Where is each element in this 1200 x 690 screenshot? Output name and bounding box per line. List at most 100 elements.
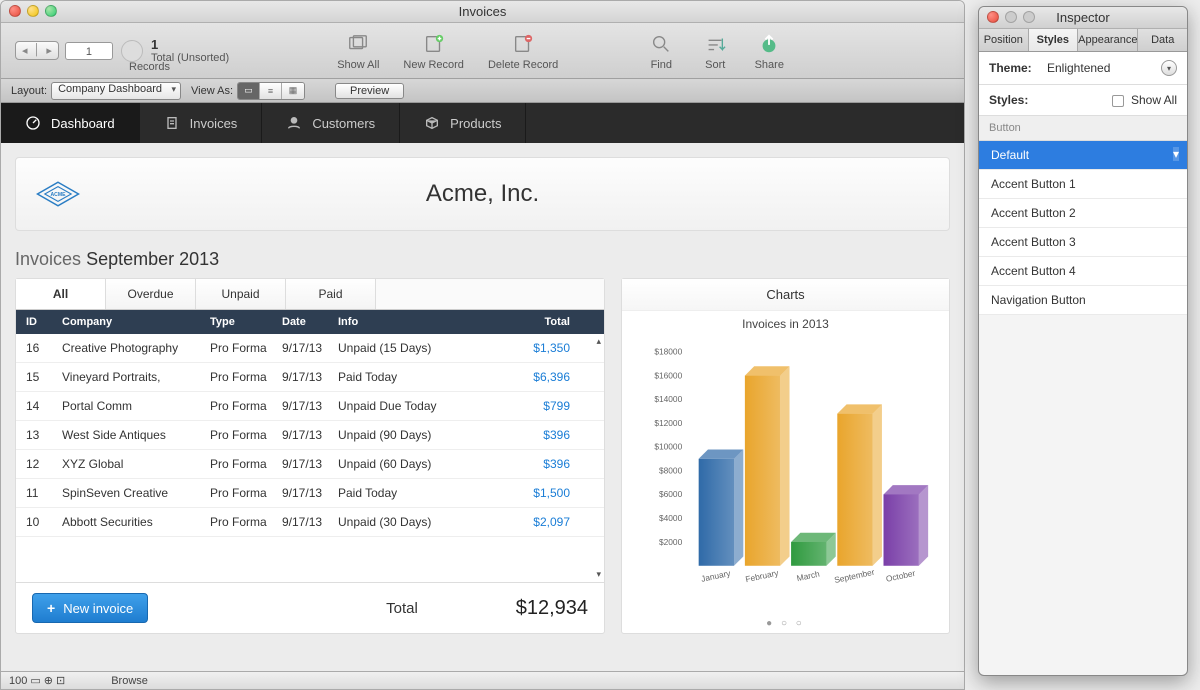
zoom-out-icon[interactable]: ▭: [30, 674, 40, 687]
showall-button[interactable]: Show All: [337, 31, 379, 71]
zoom-icon[interactable]: [1023, 11, 1035, 23]
preview-button[interactable]: Preview: [335, 83, 404, 99]
tab-all[interactable]: All: [16, 279, 106, 309]
inspector-window: Inspector Position Styles Appearance Dat…: [978, 6, 1188, 676]
company-name: Acme, Inc.: [100, 180, 865, 208]
showall-checkbox[interactable]: [1112, 95, 1124, 107]
person-icon: [286, 115, 302, 131]
record-meta: 1 Total (Unsorted): [151, 37, 229, 64]
th-date: Date: [282, 316, 338, 328]
svg-text:February: February: [745, 567, 781, 584]
nav-customers[interactable]: Customers: [262, 103, 400, 143]
titlebar: Invoices: [1, 1, 964, 23]
table-row[interactable]: 14Portal CommPro Forma9/17/13Unpaid Due …: [16, 392, 604, 421]
style-item[interactable]: Navigation Button: [979, 286, 1187, 315]
th-type: Type: [210, 316, 282, 328]
record-nav-arrows[interactable]: ◂│▸: [15, 41, 59, 60]
table-row[interactable]: 15Vineyard Portraits,Pro Forma9/17/13Pai…: [16, 363, 604, 392]
styles-label: Styles:: [989, 93, 1039, 107]
sort-icon: [700, 31, 730, 57]
viewas-label: View As:: [191, 85, 233, 97]
style-item[interactable]: Default▾: [979, 141, 1187, 170]
tab-data[interactable]: Data: [1138, 29, 1187, 51]
table-row[interactable]: 10Abbott SecuritiesPro Forma9/17/13Unpai…: [16, 508, 604, 537]
section-title: Invoices September 2013: [15, 249, 950, 270]
newrecord-button[interactable]: New Record: [403, 31, 464, 71]
zoom-icon[interactable]: [45, 5, 57, 17]
plus-icon: +: [47, 600, 55, 616]
nav-invoices[interactable]: Invoices: [140, 103, 263, 143]
deleterecord-button[interactable]: Delete Record: [488, 31, 558, 71]
table-row[interactable]: 12XYZ GlobalPro Forma9/17/13Unpaid (60 D…: [16, 450, 604, 479]
minimize-icon[interactable]: [1005, 11, 1017, 23]
new-invoice-button[interactable]: + New invoice: [32, 593, 148, 623]
minimize-icon[interactable]: [27, 5, 39, 17]
tab-paid[interactable]: Paid: [286, 279, 376, 309]
svg-text:$10000: $10000: [654, 442, 682, 452]
record-pie-icon[interactable]: [121, 40, 143, 62]
styles-row: Styles: Show All: [979, 85, 1187, 116]
box-icon: [424, 115, 440, 131]
company-logo: ACME: [36, 180, 80, 208]
tab-styles[interactable]: Styles: [1029, 29, 1079, 51]
toolbar: ◂│▸ 1 1 Total (Unsorted) Records Show Al…: [1, 23, 964, 79]
zoom-value: 100: [9, 675, 27, 687]
find-icon: [646, 31, 676, 57]
status-bar: 100 ▭ ⊕ ⊡ Browse: [1, 671, 964, 689]
table-row[interactable]: 11SpinSeven CreativePro Forma9/17/13Paid…: [16, 479, 604, 508]
viewas-list-button[interactable]: ≡: [260, 83, 282, 99]
record-count: 1: [151, 37, 229, 52]
th-info: Info: [338, 316, 478, 328]
svg-text:March: March: [796, 568, 821, 583]
showall-label: Show All: [1131, 93, 1177, 107]
table-row[interactable]: 13West Side AntiquesPro Forma9/17/13Unpa…: [16, 421, 604, 450]
close-icon[interactable]: [987, 11, 999, 23]
style-item[interactable]: Accent Button 3: [979, 228, 1187, 257]
nav-label: Dashboard: [51, 116, 115, 131]
viewas-group: View As: ▭ ≡ ▦: [191, 82, 305, 100]
chart-title: Invoices in 2013: [622, 311, 949, 337]
sort-button[interactable]: Sort: [700, 31, 730, 71]
tab-position[interactable]: Position: [979, 29, 1029, 51]
nav-products[interactable]: Products: [400, 103, 526, 143]
share-button[interactable]: Share: [754, 31, 784, 71]
deleterecord-icon: [508, 31, 538, 57]
tab-overdue[interactable]: Overdue: [106, 279, 196, 309]
style-item[interactable]: Accent Button 4: [979, 257, 1187, 286]
records-label: Records: [129, 61, 170, 73]
theme-dropdown-icon[interactable]: ▾: [1161, 60, 1177, 76]
zoom-control[interactable]: 100 ▭ ⊕ ⊡: [9, 674, 65, 687]
close-icon[interactable]: [9, 5, 21, 17]
svg-text:September: September: [833, 567, 875, 585]
nav-label: Customers: [312, 116, 375, 131]
style-item[interactable]: Accent Button 1: [979, 170, 1187, 199]
zoom-fit-icon[interactable]: ⊡: [56, 674, 65, 687]
th-id: ID: [26, 316, 62, 328]
viewas-table-button[interactable]: ▦: [282, 83, 304, 99]
find-button[interactable]: Find: [646, 31, 676, 71]
scroll-down-icon[interactable]: ▾: [596, 569, 601, 580]
zoom-in-icon[interactable]: ⊕: [44, 674, 53, 687]
svg-text:October: October: [885, 568, 916, 584]
new-invoice-label: New invoice: [63, 601, 133, 616]
nav-dashboard[interactable]: Dashboard: [1, 103, 140, 143]
record-number-input[interactable]: 1: [65, 42, 113, 60]
svg-text:$8000: $8000: [659, 465, 683, 475]
bar-chart: $2000$4000$6000$8000$10000$12000$14000$1…: [632, 341, 939, 604]
table-row[interactable]: 16Creative PhotographyPro Forma9/17/13Un…: [16, 334, 604, 363]
table-body: ▴ ▾ 16Creative PhotographyPro Forma9/17/…: [16, 334, 604, 582]
chevron-down-icon[interactable]: ▾: [1173, 147, 1179, 161]
tab-appearance[interactable]: Appearance: [1078, 29, 1138, 51]
content-area: ACME Acme, Inc. Invoices September 2013 …: [1, 143, 964, 671]
tab-unpaid[interactable]: Unpaid: [196, 279, 286, 309]
style-item[interactable]: Accent Button 2: [979, 199, 1187, 228]
viewas-form-button[interactable]: ▭: [238, 83, 260, 99]
chart-panel-header: Charts: [622, 279, 949, 311]
layout-dropdown[interactable]: Company Dashboard: [51, 82, 181, 100]
layout-label: Layout:: [11, 85, 47, 97]
svg-text:January: January: [700, 568, 732, 584]
chart-pager[interactable]: ● ○ ○: [622, 614, 949, 633]
scroll-up-icon[interactable]: ▴: [596, 336, 601, 347]
mode-label: Browse: [111, 675, 148, 687]
record-nav-group: ◂│▸ 1 1 Total (Unsorted): [15, 37, 229, 64]
